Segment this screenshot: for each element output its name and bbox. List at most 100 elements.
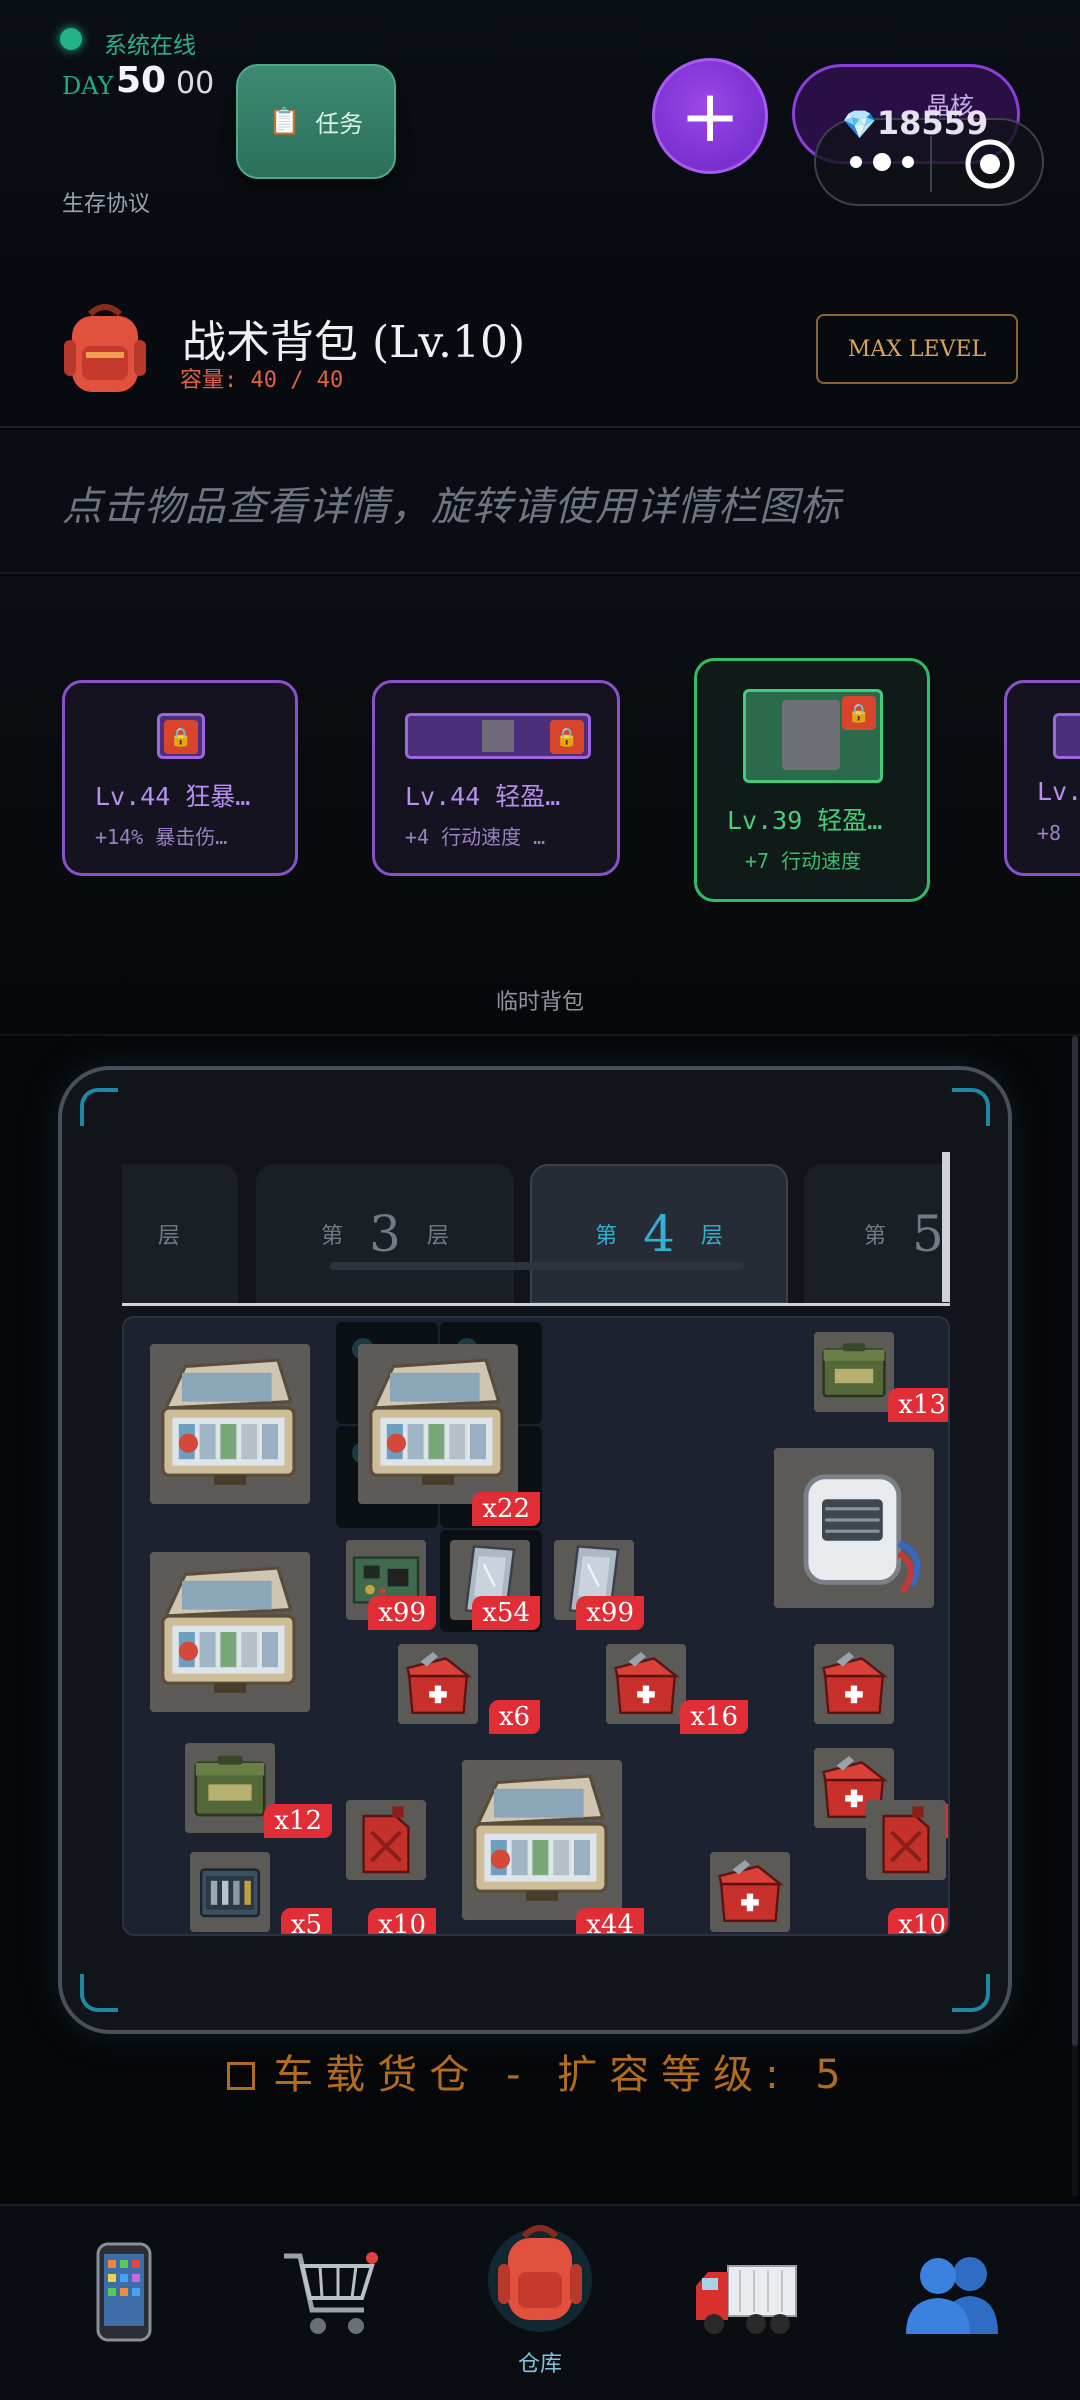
frame-corner [952, 1974, 990, 2012]
grid-cell[interactable] [648, 1426, 750, 1528]
equipment-card-3[interactable]: 🔒 Lv.39 轻盈… +7 行动速度 [694, 658, 930, 902]
nav-phone[interactable] [18, 2206, 234, 2400]
grid-cell[interactable] [544, 1426, 646, 1528]
floor-suffix: 层 [157, 1224, 180, 1249]
air-conditioner-icon [774, 1448, 934, 1608]
equipment-card-1[interactable]: 🔒 Lv.44 狂暴… +14% 暴击伤… [62, 680, 298, 876]
medkit-case-icon [358, 1344, 518, 1504]
inventory-item[interactable]: x99 [544, 1530, 644, 1630]
floor-suffix: 层 [700, 1224, 723, 1249]
quantity-badge: x54 [472, 1596, 540, 1630]
fuel-can-icon [866, 1800, 946, 1880]
quantity-badge: x10 [368, 1908, 436, 1934]
ammo-box-icon [185, 1743, 275, 1833]
max-level-button[interactable]: MAX LEVEL [816, 314, 1018, 384]
medkit-case-icon [462, 1760, 622, 1920]
equipment-name: Lv.44 轻盈… [405, 782, 561, 811]
nav-warehouse[interactable]: 仓库 [432, 2206, 648, 2400]
floor-tab-2[interactable]: 2 层 [122, 1164, 238, 1303]
ammo-box-icon [814, 1332, 894, 1412]
bottom-nav: 仓库 [0, 2204, 1080, 2400]
nav-vehicle[interactable] [640, 2206, 856, 2400]
quantity-badge: x12 [264, 1804, 332, 1838]
survival-protocol-text[interactable]: 生存协议 [62, 186, 150, 218]
inventory-item[interactable] [752, 1426, 950, 1630]
inventory-item[interactable]: x6 [336, 1634, 540, 1734]
quantity-badge: x99 [368, 1596, 436, 1630]
frame-corner [952, 1088, 990, 1126]
equipment-name: Lv. [1037, 777, 1080, 806]
tabs-scroll-indicator[interactable] [330, 1262, 744, 1270]
red-toolbox-icon [398, 1644, 478, 1724]
quantity-badge: x5 [280, 1908, 332, 1934]
temp-backpack-label: 临时背包 [495, 990, 584, 1015]
weapon-thumb-icon [482, 720, 514, 752]
grid-cell[interactable] [648, 1738, 750, 1840]
online-status-text: 系统在线 [104, 33, 196, 59]
inventory-item[interactable] [648, 1842, 852, 1936]
lock-icon: 🔒 [164, 720, 198, 754]
backpack-icon [64, 304, 146, 392]
medkit-case-icon [150, 1344, 310, 1504]
nav-warehouse-label: 仓库 [517, 2352, 562, 2377]
nav-social[interactable] [846, 2206, 1062, 2400]
inventory-grid: x22x13x99x54x99x6x16x12x10x44x4x10x5 [122, 1316, 950, 1936]
truck-icon [696, 2265, 797, 2334]
inventory-item[interactable]: x13 [752, 1322, 948, 1422]
inventory-item[interactable] [752, 1634, 950, 1734]
quantity-badge: x6 [488, 1700, 540, 1734]
floor-prefix: 第 [595, 1224, 618, 1249]
close-target-icon[interactable] [964, 138, 1016, 190]
quantity-badge: x99 [576, 1596, 644, 1630]
hint-text: 点击物品查看详情，旋转请使用详情栏图标 [62, 484, 841, 530]
grid-cell[interactable] [648, 1322, 750, 1424]
checkbox-square-icon[interactable] [227, 2062, 256, 2090]
page-scrollbar-thumb[interactable] [1072, 1036, 1078, 2046]
armor-thumb-icon [782, 700, 840, 770]
floor-tab-3[interactable]: 第 3 层 [256, 1164, 514, 1303]
online-status-dot [60, 28, 82, 50]
warehouse-area: 2 层 第 3 层 第 4 层 第 5 x22 x13 x99 x54 x99 x6x16… [0, 1036, 1080, 2204]
equipment-thumb: 🔒 [157, 713, 205, 759]
lock-icon: 🔒 [550, 720, 584, 754]
floor-number: 3 [369, 1205, 401, 1263]
red-toolbox-icon [606, 1644, 686, 1724]
grid-cell[interactable] [648, 1530, 750, 1632]
equipment-thumb: 🔒 [743, 689, 883, 783]
gem-icon: 💎 [842, 108, 877, 141]
inventory-item[interactable]: x54 [440, 1530, 540, 1630]
nav-shop[interactable] [224, 2206, 440, 2400]
equipment-stat: +8 [1037, 821, 1062, 845]
red-toolbox-icon [814, 1644, 894, 1724]
floor-tab-5[interactable]: 第 5 [804, 1164, 950, 1303]
inventory-item[interactable]: x44 [440, 1738, 644, 1934]
add-button[interactable]: + [652, 58, 768, 174]
frame-corner [80, 1088, 118, 1126]
inventory-item[interactable]: x12 [128, 1738, 332, 1838]
equipment-card-2[interactable]: 🔒 Lv.44 轻盈… +4 行动速度 … [372, 680, 620, 876]
equipment-stat: +4 行动速度 … [405, 825, 546, 849]
more-dots-icon[interactable] [846, 142, 918, 182]
inventory-item[interactable]: x22 [336, 1322, 540, 1526]
equipment-card-4[interactable]: Lv. +8 [1004, 680, 1080, 876]
floor-tab-4[interactable]: 第 4 层 [530, 1164, 788, 1303]
inventory-item[interactable]: x16 [544, 1634, 748, 1734]
inventory-item[interactable]: x10 [336, 1738, 436, 1934]
floor-prefix: 第 [321, 1224, 344, 1249]
inventory-item[interactable]: x99 [336, 1530, 436, 1630]
backpack-title: 战术背包 (Lv.10) [182, 317, 526, 368]
inventory-item[interactable] [128, 1530, 332, 1734]
inventory-item[interactable]: x10 [856, 1738, 948, 1934]
tabs-scrollbar[interactable] [942, 1152, 950, 1302]
equipment-thumb: 🔒 [405, 713, 591, 759]
inventory-item[interactable] [128, 1322, 332, 1526]
medkit-case-icon [150, 1552, 310, 1712]
grid-cell[interactable] [544, 1322, 646, 1424]
phone-icon [96, 2242, 152, 2342]
task-button[interactable]: 📋 任务 [236, 64, 396, 179]
cart-icon [284, 2252, 378, 2334]
backpack-header: 战术背包 (Lv.10) 容量: 40 / 40 MAX LEVEL [0, 250, 1080, 428]
inventory-item[interactable]: x5 [128, 1842, 332, 1934]
quantity-badge: x10 [888, 1908, 948, 1934]
capsule-divider [930, 136, 932, 192]
